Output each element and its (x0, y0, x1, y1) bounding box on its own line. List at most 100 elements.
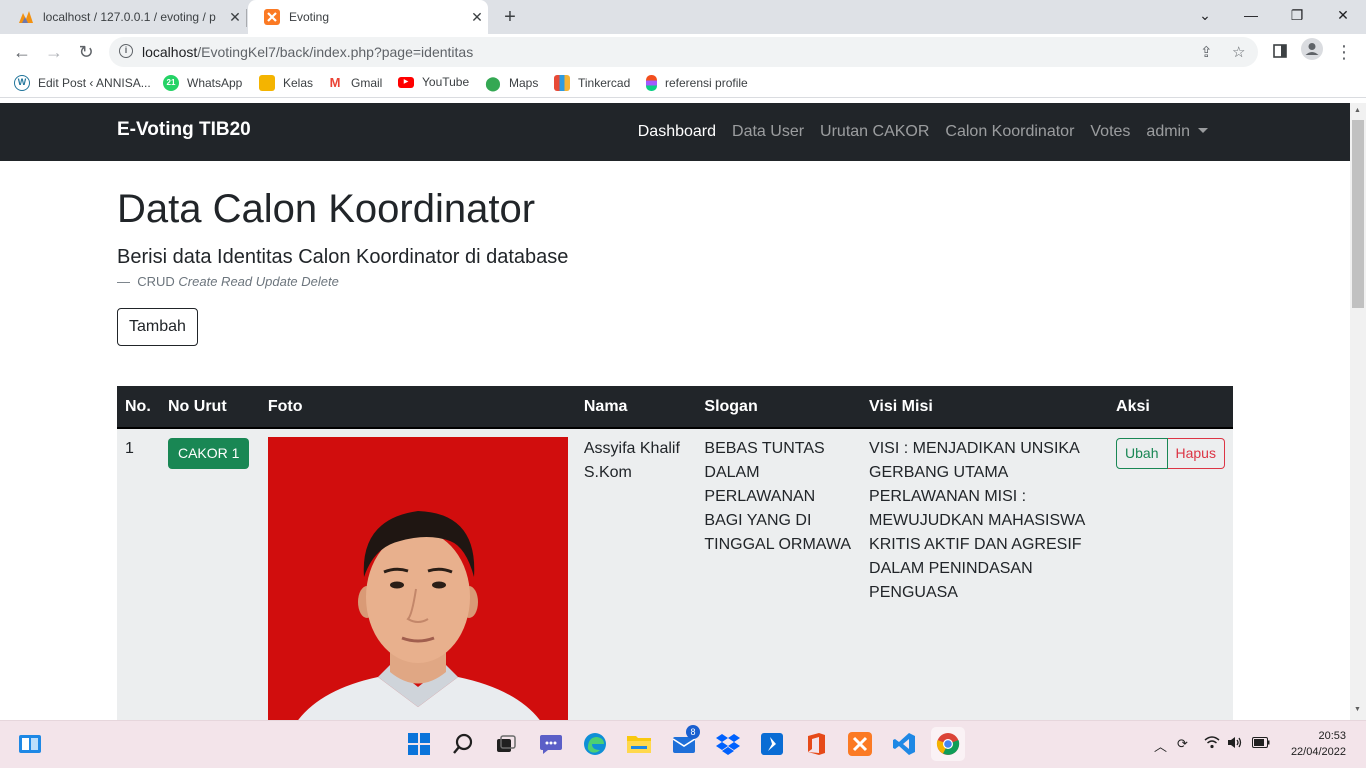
bookmark-label: Edit Post ‹ ANNISA... (38, 76, 151, 90)
table-header-row: No. No Urut Foto Nama Slogan Visi Misi A… (117, 386, 1233, 429)
mail-count-badge: 8 (686, 725, 700, 739)
xampp-icon[interactable] (847, 731, 873, 757)
chrome-icon[interactable] (931, 727, 965, 761)
url-text[interactable]: localhost/EvotingKel7/back/index.php?pag… (142, 44, 473, 60)
close-window-button[interactable]: ✕ (1320, 0, 1366, 34)
note-italic: Create Read Update Delete (178, 274, 339, 289)
maximize-button[interactable]: ❐ (1274, 0, 1320, 34)
col-no-urut: No Urut (159, 386, 260, 429)
share-icon[interactable]: ⇪ (1200, 43, 1213, 61)
bookmark-whatsapp[interactable]: 21 WhatsApp (163, 75, 242, 91)
cell-foto (259, 428, 576, 720)
address-bar[interactable]: i localhost/EvotingKel7/back/index.php?p… (109, 37, 1258, 67)
nav-data-user[interactable]: Data User (732, 123, 804, 141)
back-icon[interactable]: ← (8, 38, 36, 66)
side-panel-icon[interactable] (1266, 38, 1294, 66)
bookmark-label: Tinkercad (578, 76, 631, 90)
bookmark-label: Maps (509, 76, 539, 90)
nav-links: Dashboard Data User Urutan CAKOR Calon K… (622, 123, 1208, 141)
powershell-icon[interactable] (759, 731, 785, 757)
wifi-icon[interactable] (1204, 736, 1220, 752)
vscode-icon[interactable] (891, 731, 917, 757)
bookmark-label: Kelas (283, 76, 314, 90)
site-brand[interactable]: E-Voting TIB20 (117, 119, 251, 141)
menu-kebab-icon[interactable]: ⋮ (1330, 38, 1358, 66)
nav-calon-koordinator[interactable]: Calon Koordinator (945, 123, 1074, 141)
nav-admin-label: admin (1146, 123, 1190, 140)
edit-button[interactable]: Ubah (1116, 438, 1168, 469)
bookmark-label: YouTube (422, 75, 470, 89)
tab-search-chevron-icon[interactable]: ⌄ (1182, 0, 1228, 34)
new-tab-button[interactable]: + (497, 4, 523, 30)
search-icon[interactable] (450, 731, 476, 757)
note-prefix: CRUD (137, 274, 175, 289)
page-lead: Berisi data Identitas Calon Koordinator … (117, 246, 569, 268)
bookmark-gmail[interactable]: M Gmail (327, 75, 382, 91)
cell-slogan: BEBAS TUNTAS DALAM PERLAWANAN BAGI YANG … (696, 428, 862, 720)
clock-time: 20:53 (1318, 730, 1346, 742)
bookmarks-bar: W Edit Post ‹ ANNISA... 21 WhatsApp Kela… (0, 70, 1366, 98)
nav-admin-dropdown[interactable]: admin (1146, 123, 1208, 141)
minimize-button[interactable]: — (1228, 0, 1274, 34)
add-button[interactable]: Tambah (117, 308, 198, 346)
bookmark-label: Gmail (351, 76, 383, 90)
classroom-icon (259, 75, 275, 91)
edge-icon[interactable] (582, 731, 608, 757)
bookmark-tinkercad[interactable]: Tinkercad (554, 75, 630, 91)
scrollbar-thumb[interactable] (1352, 120, 1364, 308)
col-foto: Foto (259, 386, 576, 429)
dropbox-icon[interactable] (715, 731, 741, 757)
close-tab-icon[interactable]: ✕ (466, 9, 488, 26)
bookmark-referensi-profile[interactable]: referensi profile (646, 75, 748, 91)
show-hidden-icons-chevron-icon[interactable]: ︿ (1154, 736, 1167, 755)
col-nama: Nama (575, 386, 697, 429)
windows-start-icon[interactable] (406, 731, 432, 757)
mail-icon[interactable]: 8 (671, 725, 700, 757)
tab-evoting[interactable]: Evoting ✕ (248, 0, 488, 34)
close-tab-icon[interactable]: ✕ (224, 9, 246, 26)
tab-divider (246, 9, 247, 27)
browser-tab-bar: localhost / 127.0.0.1 / evoting / p ✕ Ev… (0, 0, 1366, 34)
site-info-icon[interactable]: i (119, 44, 133, 58)
tinkercad-icon (554, 75, 570, 91)
clock-date: 22/04/2022 (1290, 746, 1346, 758)
reload-icon[interactable]: ↻ (72, 38, 100, 66)
sync-icon[interactable]: ⟳ (1177, 736, 1188, 752)
tab-phpmyadmin[interactable]: localhost / 127.0.0.1 / evoting / p ✕ (2, 0, 246, 34)
widgets-icon[interactable] (17, 731, 43, 757)
bookmark-maps[interactable]: ⬤ Maps (485, 75, 538, 91)
file-explorer-icon[interactable] (626, 731, 652, 757)
nav-dashboard[interactable]: Dashboard (638, 123, 716, 141)
blockquote-footer: — CRUD Create Read Update Delete (117, 274, 339, 289)
page-scrollbar[interactable]: ▲ ▼ (1350, 103, 1366, 720)
bookmark-kelas[interactable]: Kelas (259, 75, 313, 91)
cell-nama: Assyifa Khalif S.Kom (575, 428, 697, 720)
nav-urutan-cakor[interactable]: Urutan CAKOR (820, 123, 929, 141)
phpmyadmin-icon (18, 9, 34, 25)
forward-icon[interactable]: → (40, 38, 68, 66)
col-aksi: Aksi (1108, 386, 1233, 429)
gmail-icon: M (327, 75, 343, 91)
office-icon[interactable] (803, 731, 829, 757)
bookmark-edit-post[interactable]: W Edit Post ‹ ANNISA... (14, 75, 151, 91)
task-view-icon[interactable] (493, 731, 519, 757)
cell-no-urut: CAKOR 1 (159, 428, 260, 720)
candidate-photo (267, 437, 568, 720)
scroll-up-arrow-icon[interactable]: ▲ (1354, 107, 1361, 114)
cakor-badge: CAKOR 1 (167, 438, 250, 469)
bookmark-label: referensi profile (665, 76, 748, 90)
teams-chat-icon[interactable] (538, 731, 564, 757)
battery-icon[interactable] (1252, 736, 1270, 751)
profile-icon[interactable] (1298, 38, 1326, 66)
bookmark-star-icon[interactable]: ☆ (1232, 43, 1245, 61)
bookmark-youtube[interactable]: ▶ YouTube (398, 75, 469, 89)
nav-votes[interactable]: Votes (1090, 123, 1130, 141)
system-clock[interactable]: 20:53 22/04/2022 (1291, 728, 1346, 760)
volume-icon[interactable] (1227, 736, 1243, 752)
wordpress-icon: W (14, 75, 30, 91)
youtube-icon: ▶ (398, 76, 414, 88)
figma-icon (646, 75, 657, 91)
whatsapp-icon: 21 (163, 75, 179, 91)
delete-button[interactable]: Hapus (1167, 438, 1225, 469)
scroll-down-arrow-icon[interactable]: ▼ (1354, 706, 1361, 713)
